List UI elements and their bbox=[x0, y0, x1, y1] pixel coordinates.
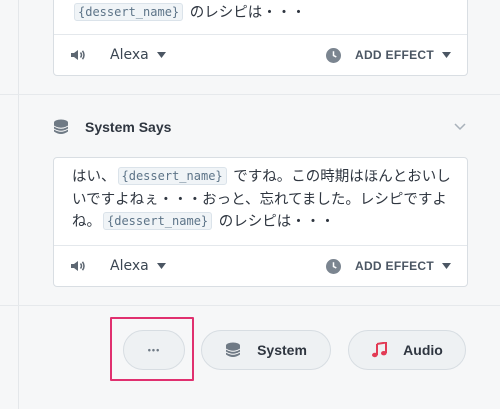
database-icon bbox=[225, 342, 241, 357]
speak-text[interactable]: {dessert_name} のレシピは・・・ bbox=[54, 0, 467, 25]
add-system-button[interactable]: System bbox=[201, 330, 331, 370]
section-title: System Says bbox=[85, 119, 172, 135]
clock-icon[interactable] bbox=[326, 258, 341, 274]
speaker-icon[interactable] bbox=[70, 49, 86, 61]
response-panel: {dessert_name} のレシピは・・・ Alexa ADD EFFECT bbox=[0, 0, 500, 409]
speak-card-previous[interactable]: {dessert_name} のレシピは・・・ Alexa ADD EFFECT bbox=[53, 0, 468, 76]
add-effect-button[interactable]: ADD EFFECT bbox=[355, 259, 434, 273]
chevron-down-icon[interactable] bbox=[454, 123, 466, 131]
speak-text-segment: のレシピは・・・ bbox=[185, 5, 306, 21]
speak-text-segment: のレシピは・・・ bbox=[214, 214, 335, 230]
clock-icon[interactable] bbox=[326, 47, 341, 63]
add-effect-button[interactable]: ADD EFFECT bbox=[355, 48, 434, 62]
caret-down-icon[interactable] bbox=[442, 52, 451, 58]
caret-down-icon[interactable] bbox=[156, 52, 166, 58]
speak-text-segment: はい、 bbox=[72, 169, 116, 185]
speak-text[interactable]: はい、 {dessert_name} ですね。この時期はほんとおいしいですよねぇ・… bbox=[54, 158, 467, 234]
card-footer: Alexa ADD EFFECT bbox=[54, 34, 467, 75]
highlight-outline bbox=[110, 317, 194, 381]
voice-select[interactable]: Alexa bbox=[110, 47, 149, 63]
system-says-card[interactable]: はい、 {dessert_name} ですね。この時期はほんとおいしいですよねぇ・… bbox=[53, 157, 468, 287]
caret-down-icon[interactable] bbox=[156, 263, 166, 269]
variable-chip[interactable]: {dessert_name} bbox=[117, 167, 227, 185]
speaker-icon[interactable] bbox=[70, 260, 86, 272]
voice-select[interactable]: Alexa bbox=[110, 258, 149, 274]
section-header[interactable]: System Says bbox=[53, 113, 466, 141]
caret-down-icon[interactable] bbox=[442, 263, 451, 269]
card-footer: Alexa ADD EFFECT bbox=[54, 245, 467, 286]
music-note-icon bbox=[372, 342, 388, 358]
database-icon bbox=[53, 119, 69, 134]
add-system-label: System bbox=[257, 342, 307, 358]
section-divider bbox=[0, 305, 500, 306]
thread-line bbox=[18, 0, 19, 409]
add-audio-label: Audio bbox=[403, 342, 443, 358]
variable-chip[interactable]: {dessert_name} bbox=[103, 212, 213, 230]
section-divider bbox=[0, 94, 500, 95]
add-audio-button[interactable]: Audio bbox=[348, 330, 466, 370]
variable-chip[interactable]: {dessert_name} bbox=[74, 3, 184, 21]
